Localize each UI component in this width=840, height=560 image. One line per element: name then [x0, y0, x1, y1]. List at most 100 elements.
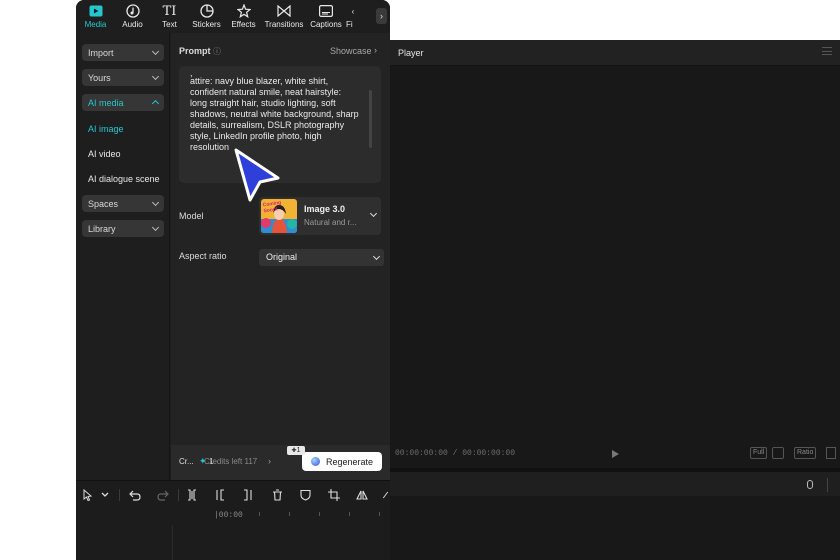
chevron-down-icon[interactable] — [98, 488, 112, 502]
transitions-icon — [277, 4, 291, 18]
aspect-ratio-label: Aspect ratio — [179, 251, 227, 261]
chevron-right-icon[interactable]: › — [268, 456, 271, 466]
prompt-line: shadows, neutral white background, sharp — [190, 109, 359, 119]
ruler-tick — [379, 512, 380, 516]
ruler-tick — [259, 512, 260, 516]
flip-icon[interactable] — [355, 488, 369, 502]
ai-image-panel: Prompt ⓘ Showcase › , attire: navy blue b… — [171, 33, 390, 480]
sidebar-item-spaces[interactable]: Spaces — [82, 195, 164, 212]
prompt-label: Prompt — [179, 46, 211, 56]
tab-media[interactable]: Media — [77, 0, 114, 33]
regenerate-icon — [310, 457, 320, 466]
effects-icon — [236, 4, 251, 18]
chevron-down-icon — [151, 198, 160, 207]
captions-icon — [319, 4, 333, 18]
prompt-text: , attire: navy blue blazer, white shirt, c… — [190, 69, 373, 153]
scrollbar[interactable] — [369, 90, 372, 148]
sidebar-item-import[interactable]: Import — [82, 44, 164, 61]
fullscreen-icon[interactable] — [826, 447, 836, 459]
tab-effects[interactable]: Effects — [225, 0, 262, 33]
ruler-tick — [349, 512, 350, 516]
tab-filters[interactable]: ‹ Fi — [346, 0, 362, 33]
sidebar-item-ai-dialogue-scene[interactable]: AI dialogue scene — [88, 174, 160, 184]
tab-label: Audio — [122, 20, 143, 29]
play-icon[interactable] — [612, 450, 619, 458]
player-title: Player — [398, 47, 424, 58]
credits-label: Cr... — [179, 457, 194, 466]
timeline-ruler: |00:00 — [76, 508, 390, 560]
mouse-cursor-icon — [230, 148, 286, 209]
crop-icon[interactable] — [772, 447, 784, 459]
chevron-down-icon — [369, 209, 378, 218]
sidebar-item-ai-image[interactable]: AI image — [88, 124, 124, 134]
tab-label: Fi — [346, 20, 353, 29]
sidebar-item-label: Yours — [88, 72, 111, 83]
shield-icon[interactable] — [298, 488, 312, 502]
chevron-down-icon — [372, 252, 381, 261]
chevron-down-icon — [151, 47, 160, 56]
tab-stickers[interactable]: Stickers — [188, 0, 225, 33]
select-cursor-icon[interactable] — [81, 488, 95, 502]
sidebar-item-label: Library — [88, 223, 116, 234]
sidebar-item-label: Spaces — [88, 198, 119, 209]
delete-icon[interactable] — [270, 488, 284, 502]
menu-icon[interactable] — [822, 47, 832, 55]
sidebar: Import Yours AI media AI image AI video … — [76, 33, 170, 480]
credits-left: Credits left 117 — [204, 457, 258, 466]
rotate-icon[interactable] — [381, 488, 390, 502]
full-button[interactable]: Full — [750, 447, 768, 459]
prompt-line: attire: navy blue blazer, white shirt, — [190, 76, 329, 86]
timeline-track-divider — [172, 526, 173, 560]
sidebar-item-yours[interactable]: Yours — [82, 69, 164, 86]
prompt-line: confident natural smile, neat hairstyle: — [190, 87, 342, 97]
aspect-ratio-value: Original — [266, 252, 298, 262]
model-label: Model — [179, 211, 204, 221]
sidebar-item-ai-video[interactable]: AI video — [88, 149, 121, 159]
chevron-right-icon: › — [374, 45, 377, 55]
tab-text[interactable]: TI Text — [151, 0, 188, 33]
timeline-track-header — [389, 468, 840, 496]
tab-label: Captions — [310, 20, 342, 29]
prompt-line: long straight hair, studio lighting, sof… — [190, 98, 336, 108]
info-icon[interactable]: ⓘ — [213, 46, 221, 57]
sidebar-item-library[interactable]: Library — [82, 220, 164, 237]
undo-icon[interactable] — [128, 488, 142, 502]
tab-label: Text — [162, 20, 177, 29]
player-timecode: 00:00:00:00 / 00:00:00:00 — [395, 449, 516, 458]
top-toolbar: Media Audio TI Text Stickers Effects Tra… — [76, 0, 390, 33]
ratio-button[interactable]: Ratio — [794, 447, 817, 459]
divider — [827, 478, 828, 492]
regenerate-button[interactable]: Regenerate — [302, 452, 382, 471]
tab-label: Transitions — [264, 20, 304, 29]
generate-footer: Cr... ✦ 1 Credits left 117 › Regenerate — [171, 445, 390, 480]
tab-label: Effects — [231, 20, 256, 29]
split-right-icon[interactable] — [241, 488, 255, 502]
toolbar-scroll-right-button[interactable]: › — [376, 8, 387, 24]
chevron-down-icon — [151, 72, 160, 81]
aspect-ratio-select[interactable]: Original — [259, 249, 384, 266]
credit-badge: ✚1 — [287, 446, 305, 455]
timeline-toolbar — [76, 480, 390, 508]
divider — [119, 489, 120, 501]
tab-transitions[interactable]: Transitions — [262, 0, 306, 33]
split-left-icon[interactable] — [213, 488, 227, 502]
tab-audio[interactable]: Audio — [114, 0, 151, 33]
filters-icon: ‹ — [351, 6, 355, 16]
timeline-time: |00:00 — [214, 511, 243, 520]
split-icon[interactable] — [185, 488, 199, 502]
tab-label: Stickers — [192, 20, 221, 29]
player-controls: 00:00:00:00 / 00:00:00:00 Full Ratio — [389, 444, 840, 464]
crop-icon[interactable] — [327, 488, 341, 502]
prompt-line: details, surrealism, DSLR photography — [190, 120, 345, 130]
badge-count: 1 — [296, 447, 301, 454]
audio-icon — [125, 4, 140, 18]
divider — [178, 489, 179, 501]
redo-icon[interactable] — [156, 488, 170, 502]
ruler-tick — [319, 512, 320, 516]
microphone-icon[interactable] — [807, 480, 813, 489]
tab-captions[interactable]: Captions — [306, 0, 346, 33]
showcase-link[interactable]: Showcase — [330, 46, 372, 56]
sidebar-item-ai-media[interactable]: AI media — [82, 94, 164, 111]
prompt-line: style, LinkedIn profile photo, high — [190, 131, 322, 141]
ruler-tick — [289, 512, 290, 516]
